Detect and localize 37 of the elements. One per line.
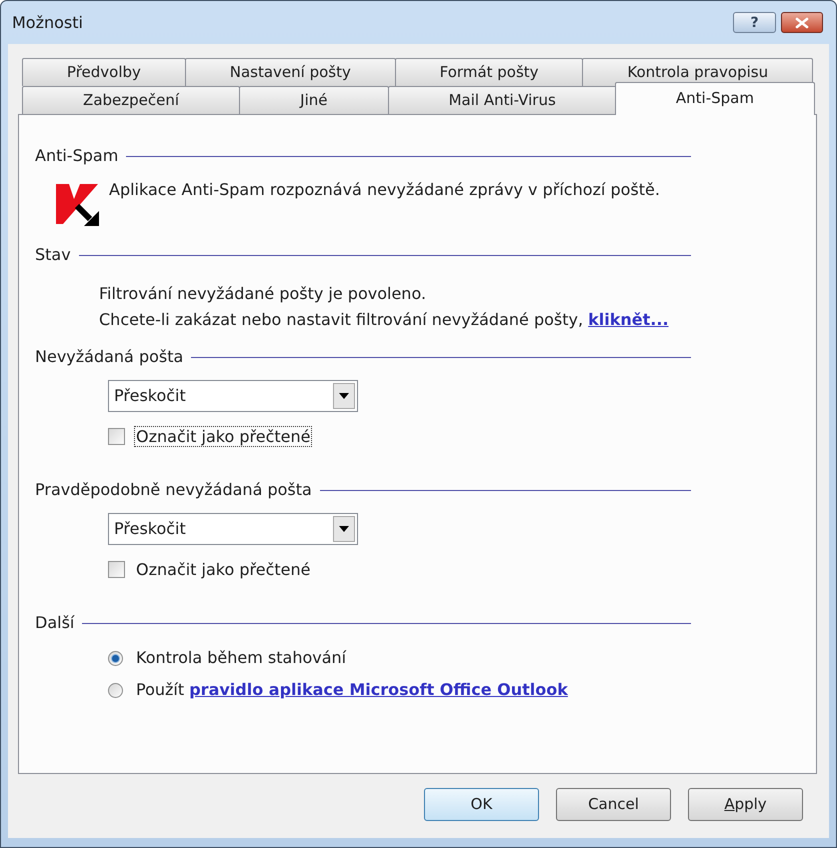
dropdown[interactable]: Přeskočit bbox=[108, 380, 358, 412]
checkbox[interactable] bbox=[108, 428, 125, 444]
close-button[interactable] bbox=[781, 12, 823, 33]
caret-down-icon bbox=[333, 516, 355, 542]
window-title: Možnosti bbox=[12, 12, 83, 34]
dialog-button[interactable]: Cancel bbox=[556, 788, 671, 821]
status-text: Chcete-li zakázat nebo nastavit filtrování nevyžádané pošty, kliknět... bbox=[99, 309, 670, 331]
tab[interactable]: Anti-Spam bbox=[614, 82, 816, 115]
dialog-button[interactable]: OK bbox=[424, 788, 539, 821]
caret-down-icon bbox=[333, 383, 355, 409]
tab[interactable]: Předvolby bbox=[22, 58, 186, 86]
dialog-button[interactable]: Apply bbox=[688, 788, 803, 821]
radio-button[interactable] bbox=[108, 650, 123, 666]
checkbox-label[interactable]: Označit jako přečtené bbox=[134, 558, 312, 580]
tab[interactable]: Zabezpečení bbox=[22, 86, 240, 114]
help-button[interactable]: ? bbox=[733, 12, 776, 33]
radio-label[interactable]: Kontrola během stahování bbox=[136, 648, 346, 668]
tab[interactable]: Mail Anti-Virus bbox=[388, 86, 617, 114]
checkbox[interactable] bbox=[108, 560, 125, 578]
tab[interactable]: Formát pošty bbox=[394, 58, 584, 86]
dropdown[interactable]: Přeskočit bbox=[108, 513, 358, 545]
section-heading: Pravděpodobně nevyžádaná pošta bbox=[35, 480, 312, 500]
link[interactable]: kliknět... bbox=[588, 310, 669, 329]
k-arrow-logo-icon bbox=[53, 184, 99, 226]
description-text: Aplikace Anti-Spam rozpoznává nevyžádané zprávy v příchozí poště. bbox=[109, 179, 660, 201]
section-heading: Nevyžádaná pošta bbox=[35, 347, 184, 367]
section-heading: Další bbox=[35, 613, 74, 633]
link[interactable]: pravidlo aplikace Microsoft Office Outlook bbox=[189, 680, 568, 699]
section-heading: Anti-Spam bbox=[35, 146, 118, 166]
status-text: Filtrování nevyžádané pošty je povoleno. bbox=[99, 283, 428, 305]
checkbox-label[interactable]: Označit jako přečtené bbox=[134, 426, 312, 446]
section-heading: Stav bbox=[35, 245, 71, 265]
radio-label[interactable]: Použít pravidlo aplikace Microsoft Office Outlook bbox=[136, 680, 568, 700]
tab[interactable]: Nastavení pošty bbox=[184, 58, 396, 86]
close-icon bbox=[795, 16, 809, 28]
radio-button[interactable] bbox=[108, 682, 123, 698]
tab[interactable]: Jiné bbox=[239, 86, 389, 114]
